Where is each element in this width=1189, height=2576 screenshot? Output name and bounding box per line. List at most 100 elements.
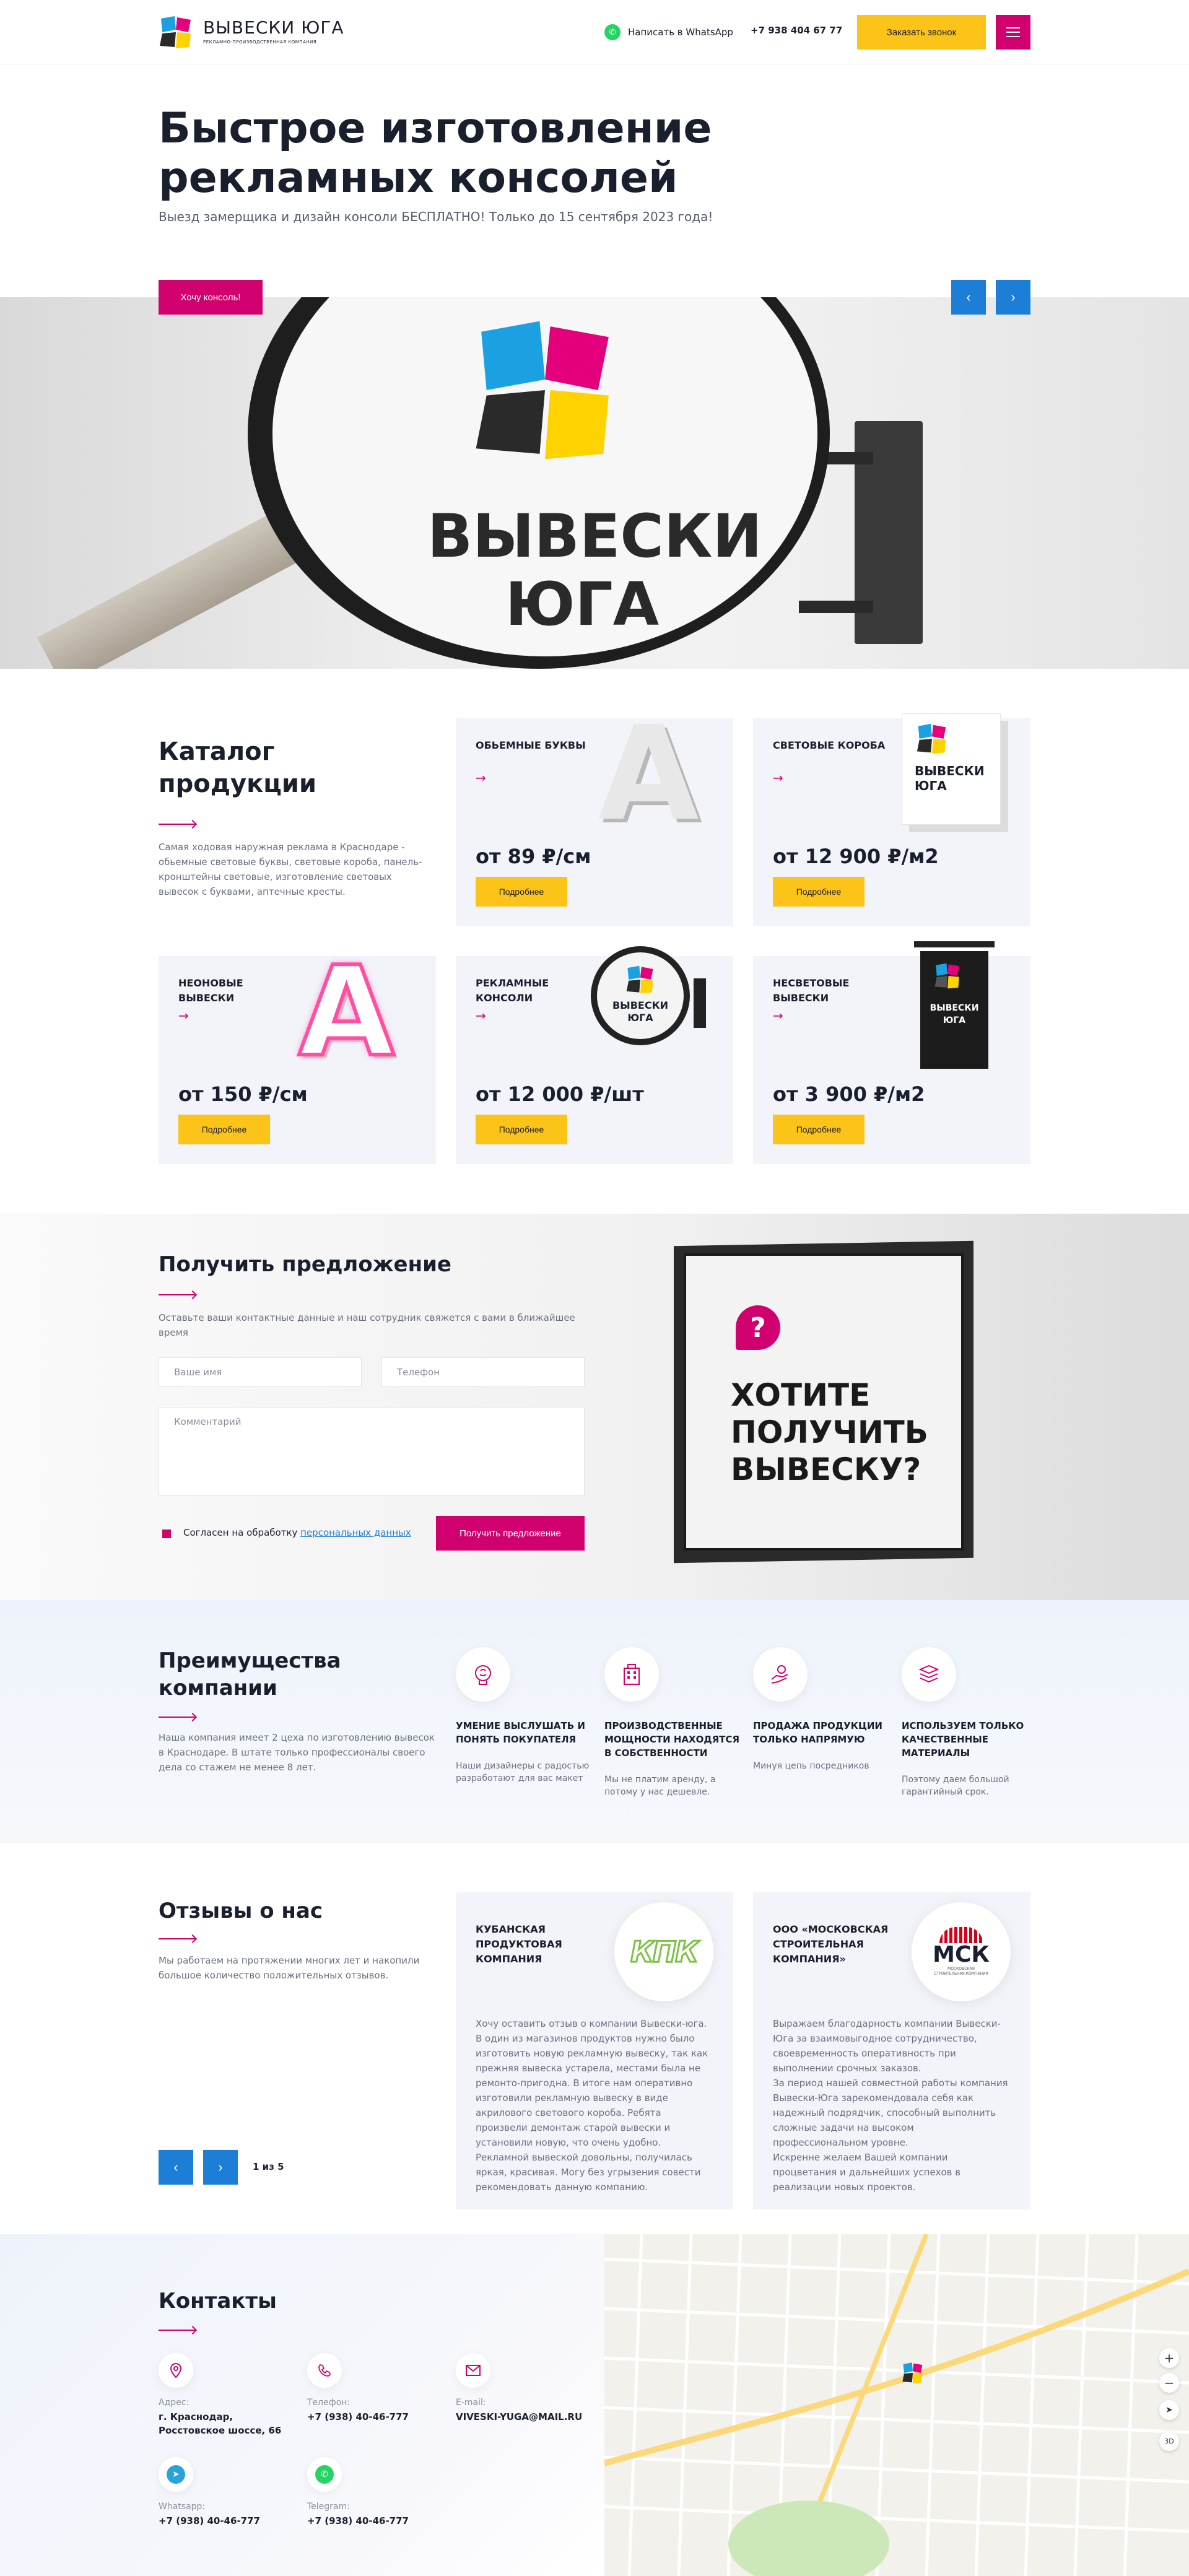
review-card: Кубанская продуктовая компания КПК Хочу … (456, 1892, 733, 2209)
name-input[interactable]: Ваше имя (159, 1357, 362, 1387)
catalog-card-name: НЕСВЕТОВЫЕ ВЫВЕСКИ (773, 977, 850, 1004)
personal-data-link[interactable]: персональных данных (300, 1527, 411, 1538)
zoom-in-button[interactable]: + (1159, 2348, 1179, 2368)
logo-icon (160, 16, 191, 48)
hero-cta-button[interactable]: Хочу консоль! (159, 280, 263, 315)
plus-icon: + (1164, 2351, 1175, 2365)
contact-address: Адрес: г. Краснодар, Росстовское шоссе, … (159, 2353, 295, 2437)
hand-coin-icon (753, 1647, 808, 1702)
location-pin-icon (159, 2353, 193, 2388)
building-icon (604, 1647, 659, 1702)
map-marker-icon (902, 2362, 923, 2383)
review-text: Хочу оставить отзыв о компании Вывески-ю… (476, 2018, 708, 2193)
contact-email: E-mail: VIVESKI-YUGA@MAIL.RU (456, 2353, 592, 2424)
whatsapp-icon: ✆ (307, 2457, 342, 2492)
hero-next-button[interactable]: › (996, 280, 1030, 315)
banner-text-2: ЮГА (505, 570, 660, 639)
catalog-title-arrow (159, 824, 196, 825)
site-header: ВЫВЕСКИ ЮГА РЕКЛАМНО-ПРОИЗВОДСТВЕННАЯ КО… (0, 0, 1189, 64)
map-streets (604, 2234, 1189, 2576)
whatsapp-link[interactable]: ✆ Написать в WhatsApp (604, 24, 733, 41)
advantage-item: Продажа продукции только напрямую Минуя … (753, 1647, 897, 1772)
logo-text: ВЫВЕСКИ ЮГА (203, 17, 344, 38)
menu-button[interactable] (996, 15, 1030, 50)
logo[interactable]: ВЫВЕСКИ ЮГА РЕКЛАМНО-ПРОИЗВОДСТВЕННАЯ КО… (159, 15, 357, 50)
contacts-title: Контакты (159, 2289, 277, 2313)
arrow-right-icon: → (178, 1008, 189, 1023)
catalog-card-name: СВЕТОВЫЕ КОРОБА (773, 739, 886, 751)
arrow-right-icon: → (476, 1008, 486, 1023)
zoom-out-button[interactable]: − (1159, 2373, 1179, 2393)
offer-title-arrow (159, 1294, 196, 1295)
advantages-title: Преимущества компании (159, 1648, 341, 1700)
chevron-left-icon: ‹ (966, 289, 971, 305)
contact-phone: Телефон: +7 (938) 40-46-777 (307, 2353, 443, 2424)
reviews-pager: 1 из 5 (253, 2161, 284, 2172)
3d-button[interactable]: 3D (1159, 2431, 1179, 2451)
chevron-left-icon: ‹ (173, 2159, 178, 2175)
catalog-card-more-button[interactable]: Подробнее (178, 1115, 270, 1144)
advantage-item: Умение выслушать и понять покупателя Наш… (456, 1647, 599, 1785)
catalog-card-more-button[interactable]: Подробнее (773, 1115, 865, 1144)
reviews-title: Отзывы о нас (159, 1899, 323, 1923)
console-bracket (694, 978, 706, 1028)
catalog-card-more-button[interactable]: Подробнее (773, 877, 865, 907)
comment-textarea[interactable]: Комментарий (159, 1407, 585, 1496)
catalog-card-volume-letters[interactable]: ОБЬЕМНЫЕ БУКВЫ → A от 89 ₽/см Подробнее (456, 706, 733, 926)
catalog-card-light-boxes[interactable]: СВЕТОВЫЕ КОРОБА → ВЫВЕСКИ ЮГА от 12 900 … (753, 713, 1030, 926)
reviews-next-button[interactable]: › (203, 2150, 238, 2185)
catalog-card-more-button[interactable]: Подробнее (476, 1115, 567, 1144)
consent-checkbox[interactable] (162, 1530, 171, 1538)
offer-sign: ? ХОТИТЕ ПОЛУЧИТЬ ВЫВЕСКУ? (684, 1253, 964, 1551)
console-image: ВЫВЕСКИ ЮГА (591, 946, 690, 1045)
catalog-card-more-button[interactable]: Подробнее (476, 877, 567, 907)
banner-logo-icon (476, 321, 609, 459)
consent-label: Согласен на обработку персональных данны… (183, 1527, 411, 1538)
phone-input[interactable]: Телефон (381, 1357, 585, 1387)
advantages-title-arrow (159, 1717, 196, 1718)
hero-banner: ВЫВЕСКИ ЮГА (0, 297, 1189, 669)
nonlight-sign-bar (914, 941, 995, 947)
banner-text-1: ВЫВЕСКИ (427, 502, 762, 571)
brain-icon (456, 1647, 510, 1702)
nonlight-sign-image: ВЫВЕСКИ ЮГА (920, 951, 988, 1069)
msk-logo: МСК МОСКОВСКАЯ СТРОИТЕЛЬНАЯ КОМПАНИЯ (912, 1902, 1011, 2001)
question-icon: ? (736, 1305, 780, 1350)
call-request-button[interactable]: Заказать звонок (857, 15, 986, 50)
navigation-arrow-icon: ➤ (1165, 2405, 1173, 2415)
review-text: Выражаем благодарность компании Вывески-… (773, 2018, 1008, 2193)
catalog-title: Каталог продукции (159, 738, 316, 798)
advantages-section: Преимущества компании Наша компания имее… (0, 1600, 1189, 1843)
catalog-card-nonlight-signs[interactable]: НЕСВЕТОВЫЕ ВЫВЕСКИ → ВЫВЕСКИ ЮГА от 3 90… (753, 941, 1030, 1164)
arrow-right-icon: → (773, 1008, 783, 1023)
catalog-card-neon-signs[interactable]: НЕОНОВЫЕ ВЫВЕСКИ → A от 150 ₽/см Подробн… (159, 946, 436, 1164)
phone-icon (307, 2353, 342, 2388)
whatsapp-icon: ✆ (604, 24, 621, 40)
catalog-card-consoles[interactable]: РЕКЛАМНЫЕ КОНСОЛИ → ВЫВЕСКИ ЮГА от 12 00… (456, 946, 733, 1164)
contacts-title-arrow (159, 2330, 196, 2331)
offer-section: Получить предложение Оставьте ваши конта… (0, 1214, 1189, 1600)
header-phone[interactable]: +7 938 404 67 77 (751, 25, 842, 36)
offer-description: Оставьте ваши контактные данные и наш со… (159, 1312, 575, 1338)
review-company: Кубанская продуктовая компания (476, 1923, 562, 1965)
3d-icon: 3D (1164, 2437, 1174, 2445)
whatsapp-label: Написать в WhatsApp (628, 27, 733, 38)
reviews-prev-button[interactable]: ‹ (159, 2150, 193, 2185)
chevron-right-icon: › (218, 2159, 223, 2175)
catalog-card-price: от 150 ₽/см (178, 1082, 308, 1106)
review-card: ООО «Московская строительная компания» М… (753, 1892, 1030, 2209)
geolocation-button[interactable]: ➤ (1159, 2400, 1179, 2420)
advantage-item: Производственные мощности находятся в со… (604, 1647, 748, 1798)
arrow-right-icon: → (476, 770, 486, 785)
chevron-right-icon: › (1011, 289, 1016, 305)
map[interactable]: + − ➤ 3D (604, 2234, 1189, 2576)
logo-subtitle: РЕКЛАМНО-ПРОИЗВОДСТВЕННАЯ КОМПАНИЯ (203, 40, 317, 45)
hero-prev-button[interactable]: ‹ (951, 280, 986, 315)
reviews-description: Мы работаем на протяжении многих лет и н… (159, 1955, 420, 1981)
advantages-description: Наша компания имеет 2 цеха по изготовлен… (159, 1732, 435, 1773)
contact-whatsapp: ➤ Whatsapp: +7 (938) 40-46-777 (159, 2457, 295, 2528)
menu-icon (1006, 32, 1020, 33)
submit-offer-button[interactable]: Получить предложение (436, 1516, 585, 1551)
hero-title: Быстрое изготовление рекламных консолей (159, 104, 712, 202)
catalog-description: Самая ходовая наружная реклама в Краснод… (159, 842, 422, 897)
